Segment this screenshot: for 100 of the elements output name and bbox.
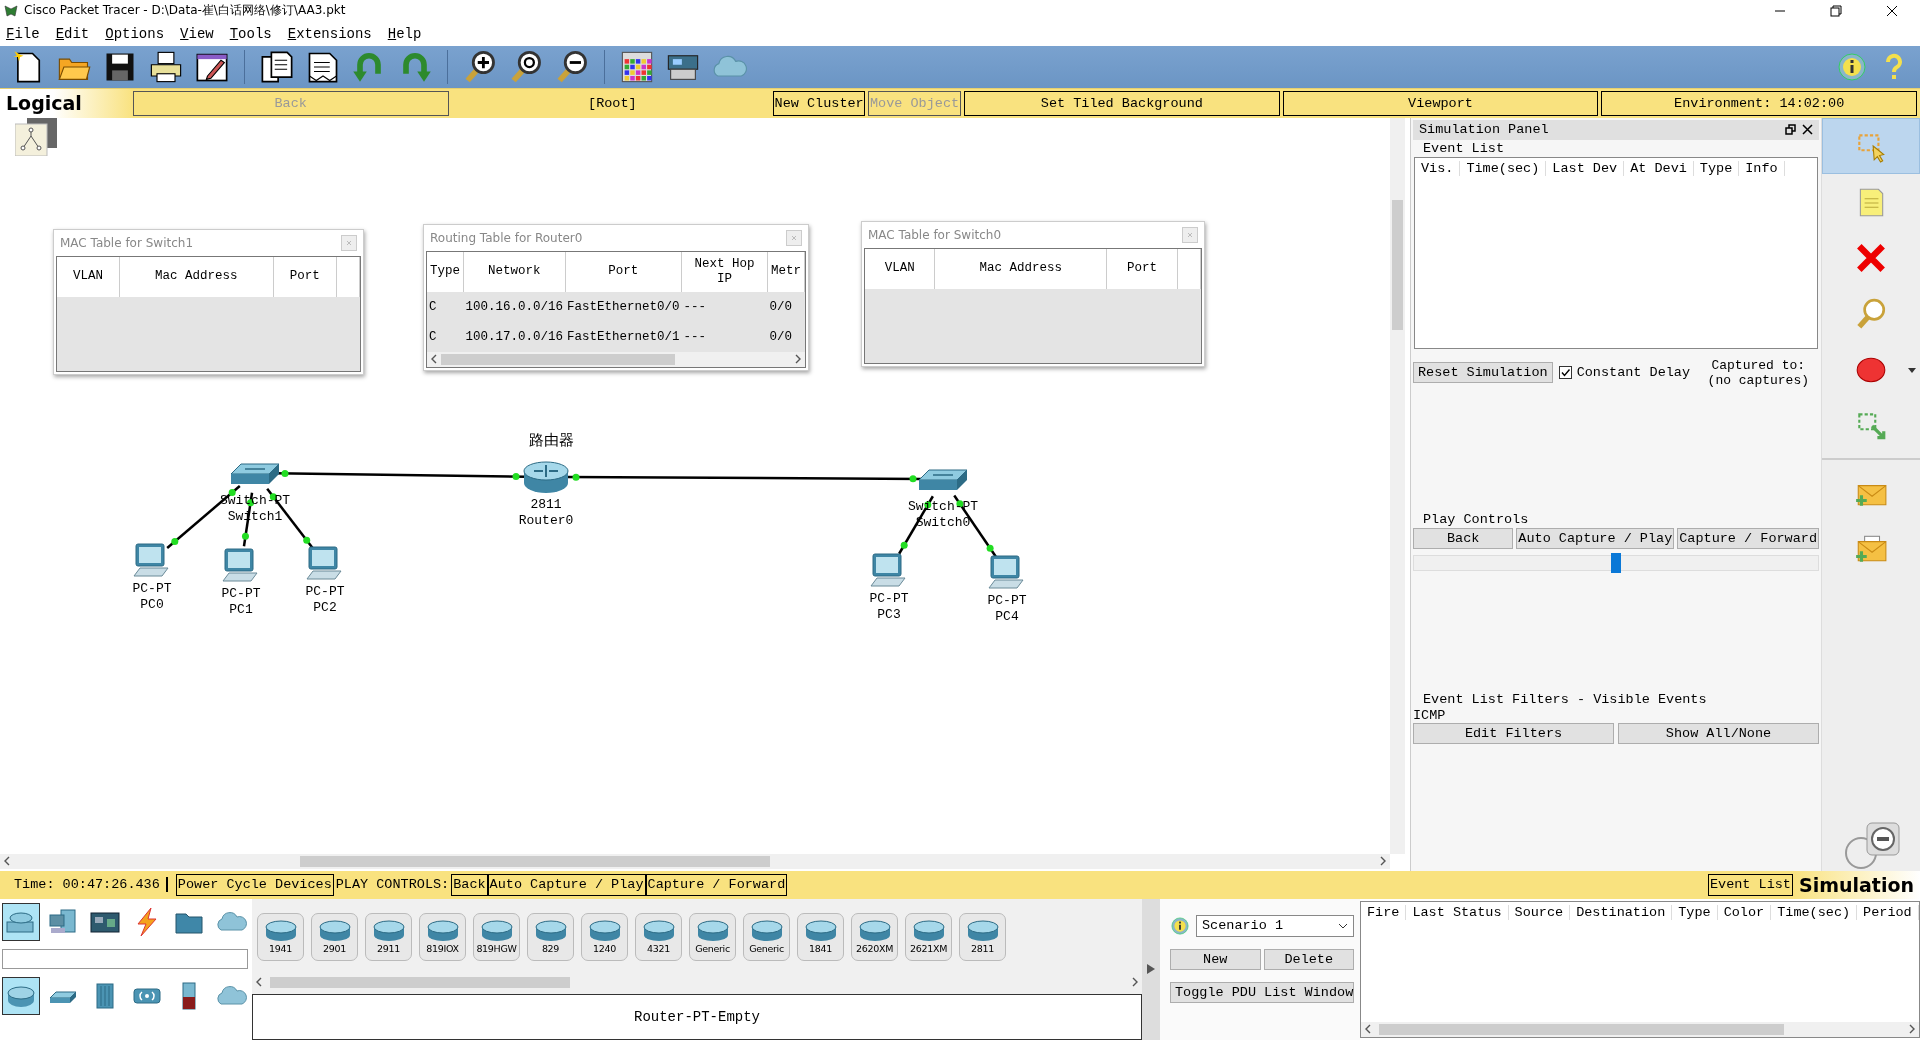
device-model-tile[interactable]: 2911: [365, 912, 412, 961]
toggle-pdu-list-button[interactable]: Toggle PDU List Window: [1170, 981, 1354, 1003]
caret-icon[interactable]: [1338, 922, 1348, 929]
router-icon: [263, 919, 298, 944]
device-model-tile[interactable]: Generic: [689, 912, 736, 961]
device-model-label: PC-PT: [221, 585, 261, 602]
group-label: Event List Filters - Visible Events: [1422, 690, 1708, 708]
capture-status: Captured to:: [1711, 357, 1806, 373]
router-icon: [803, 919, 838, 944]
status-button[interactable]: Power Cycle Devices: [175, 873, 334, 896]
device-model-tile[interactable]: 819HGW: [473, 912, 520, 961]
nav-button[interactable]: Set Tiled Background: [964, 90, 1280, 116]
device-model-tile[interactable]: 819IOX: [419, 912, 466, 961]
nav-button[interactable]: Viewport: [1282, 90, 1599, 116]
device-model-tile[interactable]: 829: [527, 912, 574, 961]
group-label: Play Controls: [1422, 510, 1530, 528]
device-model-tile[interactable]: 1841: [797, 912, 844, 961]
event-list-button[interactable]: Event List: [1707, 873, 1793, 896]
nav-button[interactable]: New Cluster: [773, 90, 866, 116]
speed-slider[interactable]: [1413, 554, 1819, 571]
info-icon[interactable]: [1836, 50, 1868, 83]
play-control-button[interactable]: Back: [1413, 527, 1514, 549]
device-model-tile[interactable]: 2621XM: [905, 912, 952, 961]
menu-item[interactable]: Help: [387, 25, 422, 42]
device-model-tile[interactable]: 4321: [635, 912, 682, 961]
router-icon: [911, 919, 946, 944]
device-name-label: PC1: [229, 601, 253, 618]
restore-icon[interactable]: [1830, 4, 1842, 17]
expand-arrow-icon[interactable]: [1147, 964, 1155, 975]
router-icon[interactable]: [522, 459, 570, 494]
menu-item[interactable]: Edit: [55, 25, 90, 42]
column-header: VLAN: [57, 256, 120, 297]
group-label: Event List: [1422, 139, 1505, 157]
nav-button[interactable]: Environment: 14:02:00: [1601, 90, 1917, 116]
checkbox-label[interactable]: Constant Delay: [1576, 365, 1691, 381]
device-model-tile[interactable]: 2620XM: [851, 912, 898, 961]
undock-icon[interactable]: [1785, 124, 1796, 136]
router-icon: [371, 919, 406, 944]
reset-simulation-button[interactable]: Reset Simulation: [1413, 362, 1553, 384]
router-icon: [857, 919, 892, 944]
device-name-label: PC4: [995, 608, 1019, 625]
table-cell: 100.16.0.0/16: [463, 291, 566, 322]
filter-button[interactable]: Show All/None: [1618, 722, 1819, 744]
logical-tab-icon[interactable]: [15, 117, 59, 156]
menu-item[interactable]: File: [6, 25, 40, 42]
column-header: At Devi: [1624, 161, 1694, 177]
visible-events-text: ICMP: [1413, 707, 1447, 723]
status-text: PLAY CONTROLS:: [334, 877, 451, 893]
column-header: VLAN: [865, 248, 935, 289]
column-header: Network: [463, 251, 566, 292]
play-control-button[interactable]: Capture / Forward: [1677, 527, 1819, 549]
horizontal-scrollbar[interactable]: [0, 853, 1390, 869]
status-button[interactable]: Back: [451, 873, 488, 896]
info-icon[interactable]: [1170, 915, 1190, 936]
device-model-tile[interactable]: 2901: [311, 912, 358, 961]
vertical-scrollbar[interactable]: [1390, 117, 1405, 854]
link-line[interactable]: [566, 473, 923, 482]
menu-item[interactable]: View: [180, 25, 214, 42]
play-control-button[interactable]: Auto Capture / Play: [1516, 527, 1675, 549]
status-text: Time: 00:47:26.436: [0, 877, 168, 893]
column-header: Mac Address: [119, 256, 274, 297]
column-header: Port: [1106, 248, 1178, 289]
slider-thumb[interactable]: [1611, 552, 1621, 573]
device-model-label: PC-PT: [132, 580, 172, 597]
computer-icon[interactable]: [869, 551, 909, 590]
column-header: Next Hop IP: [681, 251, 768, 292]
router-icon: [641, 919, 676, 944]
window-title: Cisco Packet Tracer - D:\Data-崔\白话网络\修订\AA3.pkt: [24, 2, 347, 20]
close-icon[interactable]: [1886, 4, 1898, 17]
scenario-button[interactable]: New: [1170, 948, 1261, 970]
device-model-tile[interactable]: 1240: [581, 912, 628, 961]
status-button[interactable]: Auto Capture / Play: [487, 873, 646, 896]
column-header: Mac Address: [935, 248, 1107, 289]
column-header: Type: [1693, 161, 1740, 177]
device-model-tile[interactable]: 2811: [959, 912, 1006, 961]
computer-icon[interactable]: [987, 553, 1027, 592]
device-model-tile[interactable]: Generic: [743, 912, 790, 961]
scenario-dropdown[interactable]: Scenario 1: [1196, 914, 1354, 937]
caret-icon[interactable]: [1908, 367, 1916, 373]
computer-icon[interactable]: [221, 546, 261, 585]
table-window-title: MAC Table for Switch1: [60, 235, 193, 250]
scenario-button[interactable]: Delete: [1263, 948, 1354, 970]
device-model-tile[interactable]: 1941: [257, 912, 304, 961]
table-cell-text: 0/0: [768, 328, 793, 346]
horizontal-scrollbar[interactable]: [427, 351, 805, 367]
router-icon: [695, 919, 730, 944]
horizontal-scrollbar[interactable]: [1361, 1022, 1919, 1037]
column-header: Info: [1739, 161, 1785, 177]
close-icon[interactable]: [1802, 124, 1813, 136]
search-field[interactable]: [2, 948, 248, 969]
checkbox[interactable]: [1558, 366, 1572, 380]
column-header: Color: [1717, 905, 1772, 921]
menu-item[interactable]: Tools: [229, 25, 272, 42]
computer-icon[interactable]: [132, 541, 172, 580]
computer-icon[interactable]: [305, 544, 345, 583]
filter-button[interactable]: Edit Filters: [1413, 722, 1614, 744]
column-header: Last Status: [1406, 905, 1509, 921]
menu-item[interactable]: Options: [105, 25, 165, 42]
menu-item[interactable]: Extensions: [287, 25, 372, 42]
status-button[interactable]: Capture / Forward: [645, 873, 788, 896]
